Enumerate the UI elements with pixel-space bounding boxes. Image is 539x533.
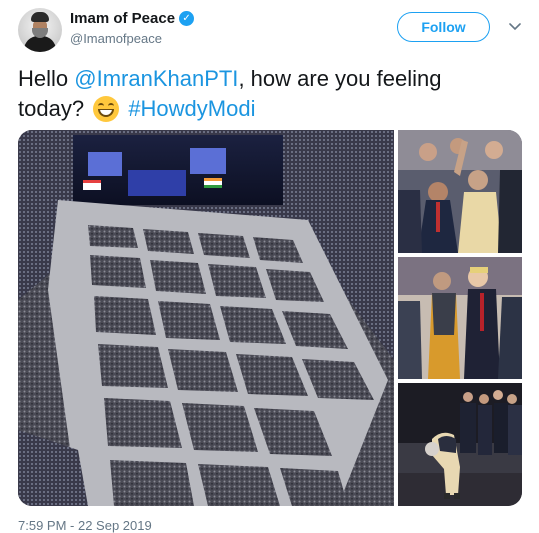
verified-badge-icon: ✓: [179, 11, 195, 26]
leaders-walk-photo[interactable]: [398, 257, 522, 379]
follow-button[interactable]: Follow: [397, 12, 490, 42]
chevron-down-icon[interactable]: [508, 20, 522, 34]
author-avatar[interactable]: [18, 8, 62, 52]
tweet-text-start: Hello: [18, 66, 75, 91]
author-handle[interactable]: @Imamofpeace: [70, 31, 162, 46]
author-name[interactable]: Imam of Peace: [70, 10, 175, 27]
author-name-row[interactable]: Imam of Peace ✓: [70, 10, 195, 27]
grinning-face-emoji-icon: [93, 96, 120, 122]
mention-link[interactable]: @ImranKhanPTI: [74, 66, 238, 91]
tweet-timestamp[interactable]: 7:59 PM - 22 Sep 2019: [18, 518, 152, 533]
stadium-crowd-photo[interactable]: [18, 130, 394, 506]
leaders-wave-photo[interactable]: [398, 130, 522, 253]
tweet-text: Hello @ImranKhanPTI, how are you feeling…: [18, 64, 498, 124]
leader-bow-photo[interactable]: [398, 383, 522, 506]
hashtag-link[interactable]: #HowdyModi: [128, 96, 255, 121]
media-grid: [18, 130, 522, 506]
tweet-header: Imam of Peace ✓ @Imamofpeace Follow: [0, 0, 539, 60]
